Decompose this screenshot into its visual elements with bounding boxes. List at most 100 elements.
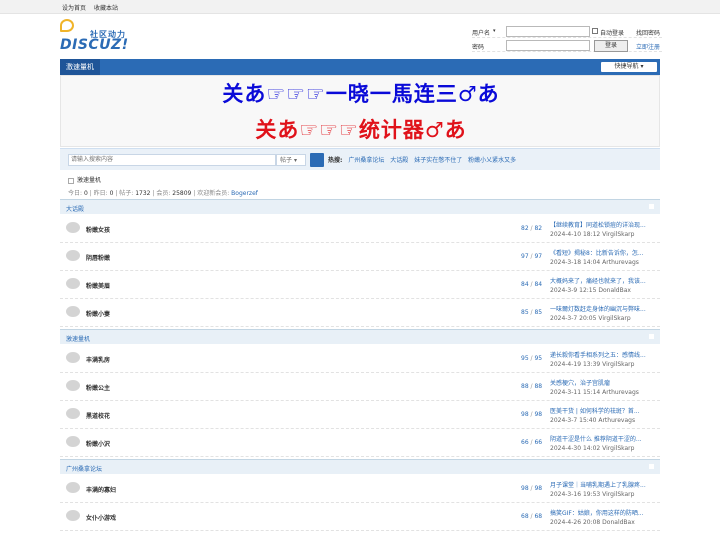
stat-yesterday-label: 昨日: [93,190,108,197]
last-post-meta: 2024-4-26 20:08 DonaldBax [550,519,635,526]
last-post-user[interactable]: Arthurevags [602,389,639,396]
forum-icon[interactable] [66,306,80,317]
last-post-user[interactable]: VirgilSkarp [602,445,634,452]
forum-icon[interactable] [66,222,80,233]
stat-members-label: 会员: [156,190,171,197]
forum-row: 粉嫩小沢 66 / 66 阴道干涩是什么 推荐阴道干涩的... 2024-4-30 1… [60,429,660,457]
forum-icon[interactable] [66,278,80,289]
stat-yesterday: 0 [109,190,114,197]
forum-name[interactable]: 阴唇粉嫩 [86,253,110,262]
last-post-user[interactable]: Arthurevags [602,259,639,266]
hot-search-link[interactable]: 妹子实在憋不住了 [414,157,462,164]
login-button[interactable]: 登录 [594,40,628,52]
last-post-user[interactable]: DonaldBax [598,287,631,294]
forum-name[interactable]: 粉嫩美眉 [86,281,110,290]
last-post-link[interactable]: 《看短》揭秘8：比新告诉你，怎... [550,248,658,257]
last-post-user[interactable]: VirgilSkarp [602,491,634,498]
hot-search-link[interactable]: 粉嫩小乂紧水又多 [468,157,516,164]
collapse-icon[interactable] [649,334,654,339]
set-homepage-link[interactable]: 设为首页 [62,5,86,12]
post-count: 85 [534,309,543,316]
section-title[interactable]: 激速量机 [66,334,90,343]
favorite-link[interactable]: 收藏本站 [94,5,118,12]
last-post-user[interactable]: Arthurevags [598,417,635,424]
forum-section-header[interactable]: 大话殿 [60,199,660,214]
forum-counts: 82 / 82 [521,225,543,232]
last-post-link[interactable]: 医美干货 | 如何科学的祛斑？首... [550,406,658,415]
top-bar: 设为首页 收藏本站 [0,0,720,14]
last-post-link[interactable]: 搞笑GIF：姑娘，你用这样的防晒... [550,508,658,517]
forum-icon[interactable] [66,250,80,261]
home-icon[interactable] [68,177,74,184]
forum-counts: 88 / 88 [521,383,543,390]
last-post-meta: 2024-3-16 19:53 VirgilSkarp [550,491,634,498]
forum-name[interactable]: 黑道校花 [86,411,110,420]
hot-search-link[interactable]: 广州桑拿论坛 [348,157,384,164]
last-post-link[interactable]: 阴道干涩是什么 推荐阴道干涩的... [550,434,658,443]
last-post-user[interactable]: VirgilSkarp [598,315,630,322]
username-input[interactable] [506,26,590,37]
last-post-user[interactable]: DonaldBax [602,519,635,526]
forum-name[interactable]: 粉嫩女孩 [86,225,110,234]
last-post-link[interactable]: 关感梗穴，治子宫肌瘤 [550,378,658,387]
stat-today-label: 今日: [68,190,83,197]
thread-count: 88 [521,383,529,390]
hot-search-label: 热搜: [328,157,343,164]
newest-member-link[interactable]: Bogerzef [231,190,258,197]
section-title[interactable]: 大话殿 [66,204,84,213]
forum-name[interactable]: 粉嫩小沢 [86,439,110,448]
last-post-user[interactable]: VirgilSkarp [602,231,634,238]
banner-line-1: 关あ☞☞☞一晓一馬连三♂あ [222,82,500,106]
forum-icon[interactable] [66,408,80,419]
register-link[interactable]: 立即注册 [636,42,660,51]
chevron-down-icon: ▾ [293,157,297,164]
last-post-link[interactable]: 一味爾灯数赶走身体的幽沉与弊味... [550,304,658,313]
search-type-select[interactable]: 帖子 ▾ [276,154,306,166]
main-nav: 激速量机 快捷导航 ▾ [60,59,660,75]
breadcrumb-item[interactable]: 激速量机 [77,177,101,184]
forgot-password-link[interactable]: 找回密码 [636,28,660,37]
last-post-link[interactable]: 递长毅你看手相系列之五：感情线... [550,350,658,359]
post-count: 88 [534,383,543,390]
last-post-date: 2024-3-16 19:53 [550,491,601,498]
search-button[interactable] [310,153,324,167]
last-post-date: 2024-3-7 20:05 [550,315,597,322]
nav-item-current[interactable]: 激速量机 [60,59,100,75]
last-post-meta: 2024-3-9 12:15 DonaldBax [550,287,631,294]
username-type-dropdown-icon[interactable]: ▾ [493,28,496,34]
forum-name[interactable]: 粉嫩小妻 [86,309,110,318]
last-post-date: 2024-3-11 15:14 [550,389,601,396]
site-logo[interactable]: 社区动力 DISCUZ! [60,19,132,55]
last-post-link[interactable]: 大概妈来了，痛经也就来了，我该... [550,276,658,285]
forum-icon[interactable] [66,436,80,447]
thread-count: 98 [521,411,529,418]
forum-icon[interactable] [66,380,80,391]
forum-icon[interactable] [66,482,80,493]
post-count: 98 [534,485,543,492]
collapse-icon[interactable] [649,464,654,469]
forum-row: 阴唇粉嫩 97 / 97 《看短》揭秘8：比新告诉你，怎... 2024-3-18 1… [60,243,660,271]
thread-count: 95 [521,355,529,362]
last-post-user[interactable]: VirgilSkarp [602,361,634,368]
forum-section-header[interactable]: 广州桑拿论坛 [60,459,660,474]
forum-name[interactable]: 女仆小游戏 [86,513,116,522]
section-title[interactable]: 广州桑拿论坛 [66,464,102,473]
forum-name[interactable]: 丰满乳房 [86,355,110,364]
quick-nav-button[interactable]: 快捷导航 ▾ [601,62,657,72]
last-post-date: 2024-4-19 13:39 [550,361,601,368]
collapse-icon[interactable] [649,204,654,209]
hot-search-link[interactable]: 大话殿 [390,157,408,164]
forum-section-header[interactable]: 激速量机 [60,329,660,344]
forum-name[interactable]: 粉嫩公主 [86,383,110,392]
last-post-link[interactable]: 月子课堂｜当哺乳期遇上了乳腺疼... [550,480,658,489]
forum-icon[interactable] [66,352,80,363]
last-post-date: 2024-3-9 12:15 [550,287,597,294]
forum-icon[interactable] [66,510,80,521]
auto-login-checkbox[interactable] [592,28,598,34]
password-input[interactable] [506,40,590,51]
search-input[interactable] [68,154,276,166]
last-post-date: 2024-4-26 20:08 [550,519,601,526]
forum-name[interactable]: 丰满的寡妇 [86,485,116,494]
hot-search: 热搜: 广州桑拿论坛 大话殿 妹子实在憋不住了 粉嫩小乂紧水又多 [328,155,516,164]
last-post-link[interactable]: 【继续教育】同道松锁痘的详治现... [550,220,658,229]
